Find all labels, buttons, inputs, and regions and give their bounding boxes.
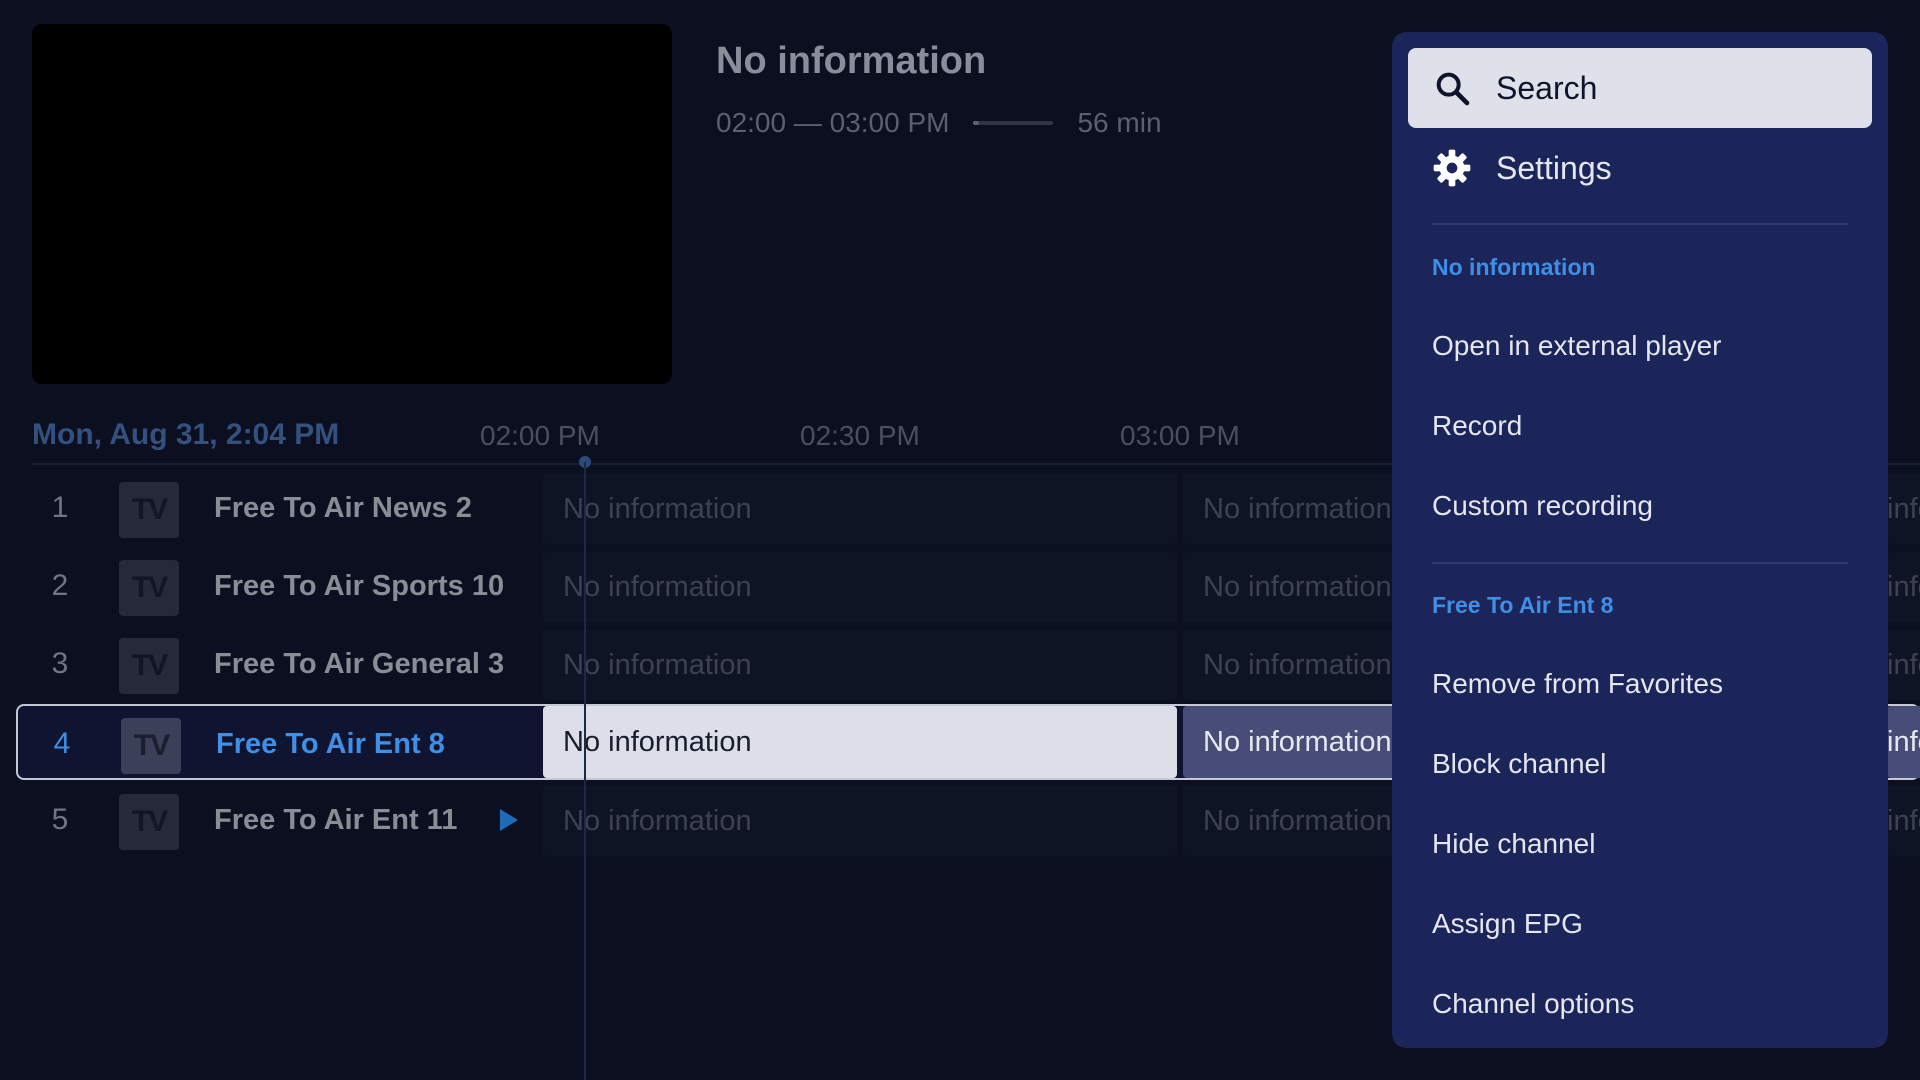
search-menu-item[interactable]: Search	[1408, 48, 1872, 128]
channel-name: Free To Air Ent 8	[216, 727, 445, 760]
program-cell[interactable]: No information	[543, 474, 1177, 544]
channel-number: 5	[51, 803, 69, 836]
program-cell[interactable]: information	[1887, 786, 1920, 856]
channel-name: Free To Air Sports 10	[214, 569, 505, 602]
menu-divider	[1432, 223, 1848, 225]
channel-logo: TV	[119, 794, 179, 850]
menu-section-channel: Free To Air Ent 8	[1432, 592, 1614, 618]
program-cell[interactable]: information	[1887, 706, 1920, 778]
record-item[interactable]: Record	[1408, 386, 1872, 466]
program-cell[interactable]: No information	[543, 630, 1177, 700]
search-icon	[1436, 72, 1470, 106]
time-tick: 02:30 PM	[800, 420, 920, 451]
channel-number: 2	[51, 569, 69, 602]
channel-logo: TV	[119, 482, 179, 538]
time-tick: 02:00 PM	[480, 420, 600, 451]
program-duration: 56 min	[1077, 107, 1162, 138]
menu-section-program: No information	[1432, 254, 1596, 280]
program-cell[interactable]: No information	[543, 552, 1177, 622]
channel-name: Free To Air News 2	[214, 491, 472, 524]
gear-icon	[1433, 149, 1471, 187]
program-meta: 02:00 — 03:00 PM 56 min	[716, 106, 1162, 140]
now-playing-icon	[500, 809, 518, 831]
channel-number: 3	[51, 647, 69, 680]
channel-logo: TV	[119, 560, 179, 616]
custom-recording-item[interactable]: Custom recording	[1408, 466, 1872, 546]
assign-epg-item[interactable]: Assign EPG	[1408, 884, 1872, 964]
tv-guide-screen: No information 02:00 — 03:00 PM 56 min M…	[0, 0, 1920, 1080]
hide-channel-item[interactable]: Hide channel	[1408, 804, 1872, 884]
program-cell[interactable]: information	[1887, 630, 1920, 700]
block-channel-item[interactable]: Block channel	[1408, 724, 1872, 804]
channel-name: Free To Air Ent 11	[214, 803, 458, 836]
current-date-time: Mon, Aug 31, 2:04 PM	[32, 418, 340, 451]
program-time-range: 02:00 — 03:00 PM	[716, 107, 950, 138]
program-title: No information	[716, 40, 987, 82]
remove-from-favorites-item[interactable]: Remove from Favorites	[1408, 644, 1872, 724]
time-tick: 03:00 PM	[1120, 420, 1240, 451]
channel-logo: TV	[119, 638, 179, 694]
program-progress-fill	[973, 121, 980, 125]
program-cell[interactable]: information	[1887, 474, 1920, 544]
program-progress-bar	[973, 121, 1054, 125]
program-cell[interactable]: information	[1887, 552, 1920, 622]
settings-label: Settings	[1496, 149, 1612, 186]
program-cell[interactable]: No information	[543, 786, 1177, 856]
channel-logo: TV	[121, 718, 181, 774]
settings-menu-item[interactable]: Settings	[1408, 128, 1872, 208]
search-label: Search	[1496, 69, 1598, 106]
channel-number: 4	[53, 727, 71, 760]
context-menu: Search Settings No information Open in e…	[1392, 32, 1888, 1048]
now-marker-line	[584, 462, 586, 1080]
menu-divider	[1432, 562, 1848, 564]
video-preview[interactable]	[32, 24, 672, 384]
channel-name: Free To Air General 3	[214, 647, 505, 680]
channel-number: 1	[51, 491, 69, 524]
program-cell-focused[interactable]: No information	[543, 706, 1177, 778]
open-external-player-item[interactable]: Open in external player	[1408, 306, 1872, 386]
channel-options-item[interactable]: Channel options	[1408, 964, 1872, 1044]
